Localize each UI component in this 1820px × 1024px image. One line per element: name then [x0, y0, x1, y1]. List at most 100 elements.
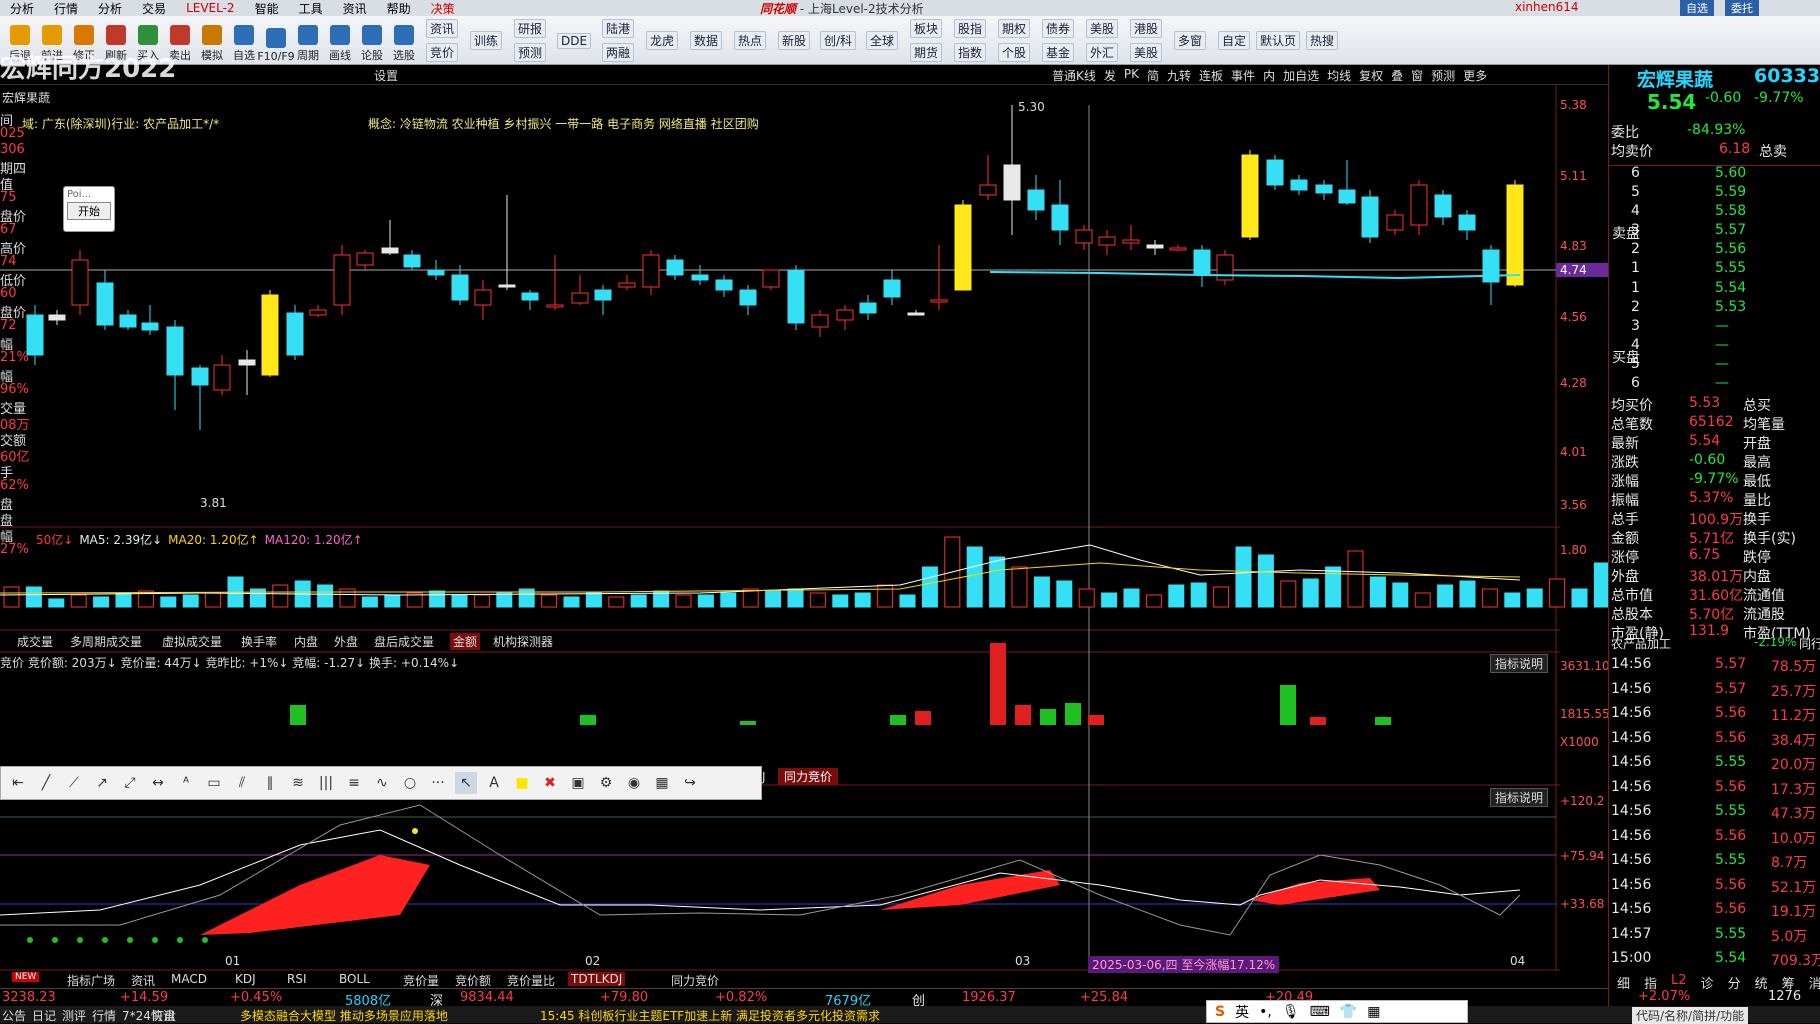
subtool-item[interactable]: 事件 [1231, 67, 1255, 84]
subtool-item[interactable]: 叠 [1391, 67, 1403, 84]
vlines-icon[interactable]: ||| [315, 772, 337, 794]
ray-icon[interactable]: ↗ [91, 772, 113, 794]
toolbar-group-button[interactable]: 板块 期货 [904, 16, 948, 65]
menu-item[interactable]: 工具 [289, 0, 333, 17]
menu-item[interactable]: 决策 [421, 0, 465, 17]
tab-j[interactable]: J [762, 770, 766, 784]
menu-item[interactable]: 交易 [132, 0, 176, 17]
volume-tab[interactable]: 机构探测器 [490, 633, 556, 650]
save-icon[interactable]: ▣ [567, 772, 589, 794]
subtool-item[interactable]: 窗 [1411, 67, 1423, 84]
toolbar-group-button[interactable]: 期权 个股 [992, 16, 1036, 65]
toolbar-filter-button[interactable]: 选股 [388, 16, 420, 65]
subtool-item[interactable]: 九转 [1167, 67, 1191, 84]
subtool-item[interactable]: 复权 [1359, 67, 1383, 84]
ticker-tab[interactable]: 行情 [92, 1007, 116, 1024]
toolbar-group-button[interactable]: 港股 美股 [1124, 16, 1168, 65]
volume-tab[interactable]: 金额 [450, 633, 481, 650]
volume-tab[interactable]: 盘后成交量 [371, 633, 437, 650]
toolbar-cycle-button[interactable]: 周期 [292, 16, 324, 65]
subtool-item[interactable]: PK [1124, 67, 1139, 84]
toolbar-group-button[interactable]: 自定 [1212, 16, 1256, 65]
indicator-tab[interactable]: BOLL [336, 972, 373, 986]
indicator-tab[interactable]: 竞价量比 [504, 972, 558, 989]
extend-icon[interactable]: ⤢ [119, 772, 141, 794]
indicator-tab[interactable]: TDTLKDJ [568, 972, 626, 986]
indicator-tab[interactable]: MACD [168, 972, 210, 986]
toolbar-star-button[interactable]: 自选 [228, 16, 260, 65]
tab-tongli-auction[interactable]: 同力竞价 [778, 768, 839, 785]
menu-item[interactable]: 资讯 [333, 0, 377, 17]
toolbar-group-button[interactable]: 债券 基金 [1036, 16, 1080, 65]
grid-icon[interactable]: ▦ [1367, 1004, 1380, 1020]
line-icon[interactable]: ╱ [35, 772, 57, 794]
parallel-icon[interactable]: ∥ [259, 772, 281, 794]
toolbar-group-button[interactable]: 研报 预测 [508, 16, 552, 65]
toolbar-group-button[interactable]: 热点 [728, 16, 772, 65]
volume-tab[interactable]: 外盘 [331, 633, 361, 650]
news-headline[interactable]: 15:45 科创板行业主题ETF加速上新 满足投资者多元化投资需求 [540, 1007, 880, 1024]
indicator-help-button[interactable]: 指标说明 [1490, 654, 1549, 673]
toolbar-group-button[interactable]: 默认页 [1256, 16, 1300, 65]
ime-lang[interactable]: 英 [1235, 1002, 1249, 1022]
eye-icon[interactable]: ◉ [623, 772, 645, 794]
delete-icon[interactable]: ✖ [539, 772, 561, 794]
menu-item[interactable]: 帮助 [377, 0, 421, 17]
menu-item[interactable]: 行情 [44, 0, 88, 17]
subtool-item[interactable]: 普通K线 [1052, 67, 1096, 84]
volume-tab[interactable]: 换手率 [238, 633, 280, 650]
volume-tab[interactable]: 成交量 [14, 633, 56, 650]
share-icon[interactable]: ↪ [679, 772, 701, 794]
toolbar-group-button[interactable]: 全球 [860, 16, 904, 65]
news-headline[interactable]: 多模态融合大模型 推动多场景应用落地 [240, 1007, 448, 1024]
menu-item[interactable]: 分析 [0, 0, 44, 17]
pointer-icon[interactable]: ↖ [455, 772, 477, 794]
rect-icon[interactable]: ▭ [203, 772, 225, 794]
text-icon[interactable]: A [483, 772, 505, 794]
toolbar-group-button[interactable]: 创/科 [816, 16, 860, 65]
indicator-tab[interactable]: 竞价额 [452, 972, 494, 989]
indicator-tab[interactable]: KDJ [232, 972, 259, 986]
order-button[interactable]: 委托 [1725, 0, 1759, 16]
subtool-item[interactable]: 预测 [1431, 67, 1455, 84]
start-button[interactable]: 开始 [67, 202, 111, 220]
indicator-tab[interactable]: 竞价量 [400, 972, 442, 989]
toolbar-chat-button[interactable]: 论股 [356, 16, 388, 65]
volume-tab[interactable]: 多周期成交量 [67, 633, 145, 650]
arrow-left-icon[interactable]: ⇤ [7, 772, 29, 794]
indicator-tab[interactable]: 资讯 [128, 972, 158, 989]
toolbar-group-button[interactable]: 新股 [772, 16, 816, 65]
indicator-tab[interactable]: NEW [12, 972, 40, 982]
keyboard-icon[interactable]: ⌨ [1310, 1004, 1330, 1020]
punct-icon[interactable]: •, [1259, 1004, 1272, 1020]
indicator-tab[interactable]: 同力竞价 [668, 972, 722, 989]
subtool-item[interactable]: 内 [1263, 67, 1275, 84]
toolbar-group-button[interactable]: 股指 指数 [948, 16, 992, 65]
indicator-help-button-2[interactable]: 指标说明 [1490, 788, 1549, 807]
volume-tab[interactable]: 内盘 [291, 633, 321, 650]
user-name[interactable]: xinhen614 [1515, 0, 1579, 14]
ticker-tab[interactable]: 盯盘 [152, 1007, 176, 1024]
toolbar-group-button[interactable]: 龙虎 [640, 16, 684, 65]
menu-item[interactable]: 分析 [88, 0, 132, 17]
grid-icon[interactable]: ▦ [651, 772, 673, 794]
subtool-item[interactable]: 均线 [1327, 67, 1351, 84]
toolbar-group-button[interactable]: 热搜 [1300, 16, 1344, 65]
circle-icon[interactable]: ○ [399, 772, 421, 794]
mic-icon[interactable]: 🎙 [1282, 1004, 1300, 1020]
subtool-item[interactable]: 加自选 [1283, 67, 1319, 84]
volume-tab[interactable]: 虚拟成交量 [159, 633, 225, 650]
sogou-icon[interactable]: S [1215, 1004, 1225, 1020]
toolbar-pen-button[interactable]: 画线 [324, 16, 356, 65]
toolbar-group-button[interactable]: DDE [552, 16, 596, 65]
code-search-input[interactable]: 代码/名称/简拼/功能 [1632, 1007, 1749, 1024]
gann-icon[interactable]: ≡ [343, 772, 365, 794]
channel-icon[interactable]: ⫽ [231, 772, 253, 794]
ticker-tab[interactable]: 测评 [62, 1007, 86, 1024]
toolbar-group-button[interactable]: 美股 外汇 [1080, 16, 1124, 65]
subtool-item[interactable]: 连板 [1199, 67, 1223, 84]
toolbar-group-button[interactable]: 多窗 [1168, 16, 1212, 65]
hline-icon[interactable]: ↔ [147, 772, 169, 794]
gear-icon[interactable]: ⚙ [595, 772, 617, 794]
toolbar-group-button[interactable]: 数据 [684, 16, 728, 65]
